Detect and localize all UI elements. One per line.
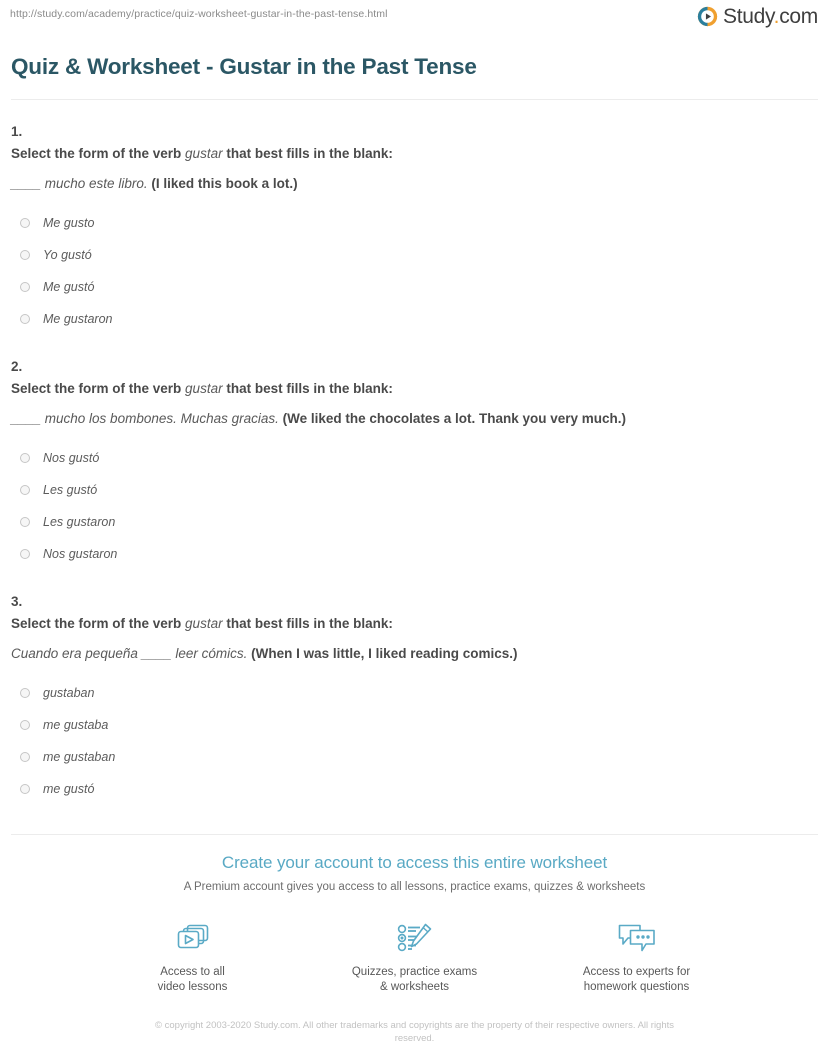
prompt-verb: gustar — [185, 381, 223, 396]
option-row[interactable]: Les gustaron — [11, 506, 818, 538]
question-3: 3. Select the form of the verb gustar th… — [11, 593, 818, 805]
logo-text-com: com — [779, 5, 818, 28]
radio-button-icon[interactable] — [20, 549, 30, 559]
feature-label-line1: Access to experts for — [582, 966, 691, 978]
chat-bubbles-icon — [557, 919, 717, 957]
feature-label: Quizzes, practice exams & worksheets — [335, 965, 495, 995]
option-row[interactable]: me gustó — [11, 773, 818, 805]
radio-button-icon[interactable] — [20, 282, 30, 292]
option-label: Me gustó — [43, 280, 95, 294]
feature-label: Access to experts for homework questions — [557, 965, 717, 995]
feature-label-line2: homework questions — [583, 981, 690, 993]
prompt-verb: gustar — [185, 146, 223, 161]
radio-button-icon[interactable] — [20, 453, 30, 463]
question-sentence: ____ mucho este libro. (I liked this boo… — [11, 174, 818, 194]
sentence-spanish: Cuando era pequeña ____ leer cómics. — [11, 646, 248, 661]
option-label: me gustaba — [43, 718, 109, 732]
option-label: me gustó — [43, 782, 95, 796]
feature-label-line1: Access to all — [160, 966, 225, 978]
prompt-text-after: that best fills in the blank: — [222, 381, 393, 396]
sentence-spanish: ____ mucho los bombones. Muchas gracias. — [11, 411, 279, 426]
option-row[interactable]: Nos gustó — [11, 442, 818, 474]
question-prompt: Select the form of the verb gustar that … — [11, 144, 818, 164]
title-divider — [11, 99, 818, 100]
question-number: 2. — [11, 359, 23, 374]
question-prompt: Select the form of the verb gustar that … — [11, 379, 818, 399]
question-2: 2. Select the form of the verb gustar th… — [11, 358, 818, 570]
prompt-text-before: Select the form of the verb — [11, 616, 186, 631]
prompt-text-after: that best fills in the blank: — [222, 146, 393, 161]
radio-button-icon[interactable] — [20, 250, 30, 260]
option-row[interactable]: Me gustaron — [11, 303, 818, 335]
answer-options: Nos gustó Les gustó Les gustaron Nos gus… — [11, 442, 818, 570]
play-circle-icon — [697, 6, 718, 27]
option-label: gustaban — [43, 686, 95, 700]
option-label: Yo gustó — [43, 248, 92, 262]
question-sentence: ____ mucho los bombones. Muchas gracias.… — [11, 409, 818, 429]
option-row[interactable]: me gustaban — [11, 741, 818, 773]
radio-button-icon[interactable] — [20, 688, 30, 698]
radio-button-icon[interactable] — [20, 752, 30, 762]
option-row[interactable]: gustaban — [11, 677, 818, 709]
logo-text-study: Study — [723, 5, 774, 28]
option-row[interactable]: Yo gustó — [11, 239, 818, 271]
question-1: 1. Select the form of the verb gustar th… — [11, 123, 818, 335]
question-prompt: Select the form of the verb gustar that … — [11, 614, 818, 634]
study-com-logo[interactable]: Study.com — [697, 6, 818, 27]
option-label: Les gustó — [43, 483, 98, 497]
promo-subtitle: A Premium account gives you access to al… — [183, 881, 646, 893]
worksheet-page: http://study.com/academy/practice/quiz-w… — [0, 0, 829, 1044]
prompt-verb: gustar — [185, 616, 223, 631]
option-row[interactable]: me gustaba — [11, 709, 818, 741]
question-sentence: Cuando era pequeña ____ leer cómics. (Wh… — [11, 644, 818, 664]
answer-options: gustaban me gustaba me gustaban me gustó — [11, 677, 818, 805]
option-label: Me gustaron — [43, 312, 113, 326]
quiz-pencil-icon — [335, 919, 495, 957]
create-account-link[interactable]: Create your account to access this entir… — [0, 853, 829, 873]
sentence-english: (We liked the chocolates a lot. Thank yo… — [278, 411, 626, 426]
sentence-spanish: ____ mucho este libro. — [11, 176, 148, 191]
question-number: 1. — [11, 124, 23, 139]
radio-button-icon[interactable] — [20, 485, 30, 495]
option-row[interactable]: Les gustó — [11, 474, 818, 506]
radio-button-icon[interactable] — [20, 784, 30, 794]
option-row[interactable]: Nos gustaron — [11, 538, 818, 570]
feature-experts: Access to experts for homework questions — [557, 919, 717, 995]
video-lessons-icon — [113, 919, 273, 957]
option-label: Nos gustaron — [43, 547, 118, 561]
page-title: Quiz & Worksheet - Gustar in the Past Te… — [11, 54, 477, 79]
feature-label-line1: Quizzes, practice exams — [351, 966, 478, 978]
sentence-english: (When I was little, I liked reading comi… — [247, 646, 518, 661]
question-number: 3. — [11, 594, 23, 609]
sentence-english: (I liked this book a lot.) — [147, 176, 298, 191]
feature-quizzes: Quizzes, practice exams & worksheets — [335, 919, 495, 995]
feature-list: Access to all video lessons Quizzes, pra… — [0, 919, 829, 995]
option-row[interactable]: Me gusto — [11, 207, 818, 239]
radio-button-icon[interactable] — [20, 720, 30, 730]
logo-wordmark: Study.com — [723, 6, 818, 27]
option-label: Nos gustó — [43, 451, 100, 465]
option-row[interactable]: Me gustó — [11, 271, 818, 303]
prompt-text-before: Select the form of the verb — [11, 146, 186, 161]
feature-label-line2: video lessons — [157, 981, 228, 993]
promo-section: Create your account to access this entir… — [0, 835, 829, 1045]
answer-options: Me gusto Yo gustó Me gustó Me gustaron — [11, 207, 818, 335]
feature-label: Access to all video lessons — [113, 965, 273, 995]
option-label: me gustaban — [43, 750, 116, 764]
copyright-text: © copyright 2003-2020 Study.com. All oth… — [154, 1020, 675, 1044]
prompt-text-after: that best fills in the blank: — [222, 616, 393, 631]
radio-button-icon[interactable] — [20, 517, 30, 527]
questions-list: 1. Select the form of the verb gustar th… — [0, 123, 829, 805]
radio-button-icon[interactable] — [20, 218, 30, 228]
prompt-text-before: Select the form of the verb — [11, 381, 186, 396]
feature-label-line2: & worksheets — [379, 981, 450, 993]
option-label: Les gustaron — [43, 515, 116, 529]
page-header: http://study.com/academy/practice/quiz-w… — [0, 0, 829, 46]
option-label: Me gusto — [43, 216, 95, 230]
feature-video-lessons: Access to all video lessons — [113, 919, 273, 995]
radio-button-icon[interactable] — [20, 314, 30, 324]
